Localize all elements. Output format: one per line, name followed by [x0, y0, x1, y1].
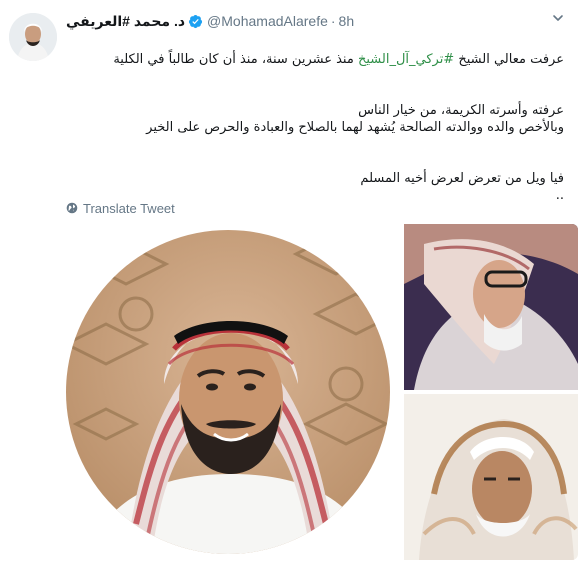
tweet-text-segment: عرفت معالي الشيخ [454, 52, 564, 67]
tweet[interactable]: د. محمد #العريفي @MohamadAlarefe · 8h عر… [0, 0, 580, 564]
hashtag-link[interactable]: #تركي_آل_الشيخ [358, 52, 454, 67]
user-handle[interactable]: @MohamadAlarefe [207, 13, 328, 29]
verified-badge-icon [188, 14, 203, 29]
separator-dot: · [330, 13, 336, 29]
avatar-image [9, 13, 57, 61]
display-name[interactable]: د. محمد #العريفي [66, 13, 185, 30]
globe-icon [66, 202, 78, 214]
tweet-header: د. محمد #العريفي @MohamadAlarefe · 8h [66, 11, 354, 31]
tweet-text: عرفت معالي الشيخ #تركي_آل_الشيخ منذ عشري… [66, 34, 564, 204]
tweet-line-2: عرفته وأسرته الكريمة، من خيار الناس [358, 103, 564, 118]
chevron-down-icon[interactable] [550, 10, 566, 26]
timestamp[interactable]: 8h [339, 13, 355, 29]
avatar[interactable] [9, 13, 57, 61]
tweet-line-1: عرفت معالي الشيخ #تركي_آل_الشيخ منذ عشري… [66, 51, 564, 68]
tweet-line-3: وبالأخص والده ووالدته الصالحة يُشهد لهما… [146, 120, 564, 135]
photo-portrait[interactable] [66, 224, 401, 560]
photo-elder-top[interactable] [404, 224, 578, 390]
media-grid [66, 224, 578, 560]
translate-tweet-button[interactable]: Translate Tweet [66, 199, 175, 217]
tweet-line-4: فيا ويل من تعرض لعرض أخيه المسلم [360, 171, 564, 186]
translate-label: Translate Tweet [83, 200, 175, 216]
photo-elder-bottom[interactable] [404, 394, 578, 560]
tweet-text-segment: منذ عشرين سنة، منذ أن كان طالباً في الكل… [113, 52, 358, 67]
